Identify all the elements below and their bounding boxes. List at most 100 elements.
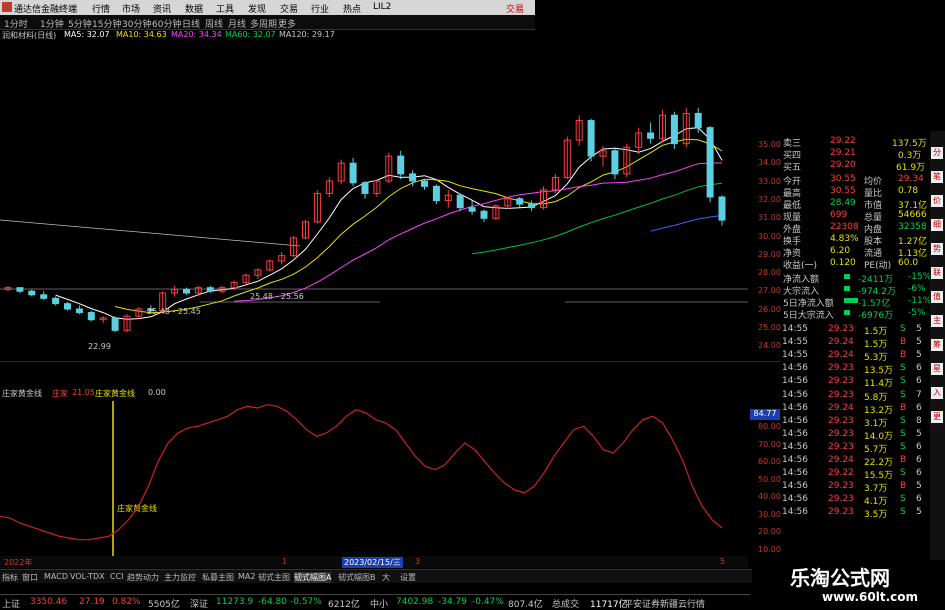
tick-count: 5 — [916, 507, 922, 518]
price-tick: 27.00 — [758, 286, 781, 296]
tab-ma2[interactable]: MA2 — [238, 572, 255, 581]
tick-row: 14:56 29.24 13.2万 B 6 — [780, 402, 922, 416]
price-tick: 25.00 — [758, 323, 781, 332]
candle-body — [718, 196, 726, 221]
tab-rs-sub-a[interactable]: 韧式幅图A — [294, 572, 332, 583]
ma120-label: MA120: 29.17 — [279, 30, 335, 39]
ma60-label: MA60: 32.07 — [225, 30, 276, 39]
tick-volume: 5.3万 — [864, 353, 888, 364]
quote-value: 30.55 — [830, 186, 856, 196]
indicator-scale: 80.00 70.00 60.00 50.00 40.00 30.00 20.00 10.00 — [750, 410, 781, 560]
side-tool-icon[interactable]: 价 — [931, 195, 943, 207]
side-tool-icon[interactable]: 筹 — [931, 339, 943, 351]
range-annotation-2: 25.48 - 25.56 — [250, 292, 304, 301]
menu-item-market[interactable]: 市场 — [122, 2, 140, 15]
tab-rs-main[interactable]: 韧式主图 — [258, 572, 290, 583]
tab-vol[interactable]: VOL-TDX — [70, 572, 105, 581]
side-tool-icon[interactable]: 联 — [931, 267, 943, 279]
side-tool-icon[interactable]: 细 — [931, 219, 943, 231]
tab-cci[interactable]: CCI — [110, 572, 124, 581]
tick-price: 29.24 — [828, 402, 854, 413]
index-sh-label[interactable]: 上证 — [2, 597, 20, 610]
tick-count: 6 — [916, 441, 922, 452]
side-tool-icon[interactable]: 值 — [931, 291, 943, 303]
window-title: 通达信金融终端 — [14, 5, 78, 15]
candle-body — [40, 294, 48, 299]
tab-settings[interactable]: 设置 — [400, 572, 416, 583]
tab-trend[interactable]: 趋势动力 — [127, 572, 159, 583]
indicator-sub: 庄家 — [52, 389, 68, 398]
index-sh-amount: 5505亿 — [148, 600, 180, 610]
trade-link[interactable]: 交易 — [506, 2, 524, 15]
date-tick: 3 — [415, 557, 421, 566]
tick-time: 14:56 — [782, 481, 808, 492]
tick-time: 14:56 — [782, 376, 808, 387]
tick-row: 14:56 29.23 5.8万 S 7 — [780, 389, 922, 403]
side-tool-icon[interactable]: 分 — [931, 147, 943, 159]
tab-window[interactable]: 窗口 — [22, 572, 38, 583]
indicator-val1: 21.05 — [72, 388, 95, 397]
order-price: 29.21 — [830, 148, 856, 158]
menu-item-hotspot[interactable]: 热点 — [343, 2, 361, 15]
tick-time: 14:56 — [782, 441, 808, 452]
candle-body — [706, 127, 714, 198]
side-tool-icon[interactable]: 星 — [931, 363, 943, 375]
tick-side: S — [900, 389, 906, 400]
tick-volume: 5.7万 — [864, 444, 888, 455]
menu-item-discover[interactable]: 发现 — [248, 2, 266, 15]
indicator-name[interactable]: 庄家黄金线 — [2, 388, 42, 399]
candle-body — [456, 194, 464, 209]
index-sz-value: 11273.9 — [216, 597, 254, 607]
menu-item-data[interactable]: 数据 — [185, 2, 203, 15]
tab-indicators[interactable]: 指标 — [2, 572, 18, 583]
index-zx-label[interactable]: 中小 — [370, 597, 388, 610]
menu-item-l2[interactable]: LIL2 — [373, 2, 391, 12]
index-sz-label[interactable]: 深证 — [190, 597, 208, 610]
tick-volume: 22.2万 — [864, 458, 894, 468]
flow-bar — [844, 286, 850, 291]
side-tool-icon[interactable]: 势 — [931, 243, 943, 255]
tick-row: 14:56 29.24 22.2万 B 6 — [780, 455, 922, 468]
tick-row: 14:55 29.23 1.5万 S 5 — [780, 324, 922, 337]
side-tool-icon[interactable]: 笔 — [931, 171, 943, 183]
kline-chart[interactable]: 22.99 25.43 - 25.45 25.48 - 25.56 — [0, 41, 748, 361]
tick-volume: 13.5万 — [864, 366, 894, 377]
tab-big[interactable]: 大 — [382, 572, 390, 583]
tick-side: S — [900, 415, 906, 426]
tick-price: 29.23 — [828, 376, 854, 387]
flow-value: -6976万 — [858, 311, 894, 321]
candle-body — [206, 287, 214, 292]
tick-volume: 14.0万 — [864, 431, 894, 442]
tick-time: 14:56 — [782, 507, 808, 518]
quote-row: 5日大宗流入 -6976万 -5% — [780, 308, 928, 321]
tab-macd[interactable]: MACD — [44, 572, 68, 581]
tick-time: 14:56 — [782, 468, 808, 479]
tick-row: 14:56 29.23 3.1万 S 8 — [780, 415, 922, 429]
tab-rs-sub-b[interactable]: 韧式幅图B — [338, 572, 376, 583]
ma20-label: MA20: 34.34 — [171, 30, 222, 39]
tab-main-monitor[interactable]: 主力监控 — [164, 572, 196, 583]
menu-item-quotes[interactable]: 行情 — [92, 2, 110, 15]
tick-price: 29.23 — [828, 389, 854, 400]
candle-body — [409, 173, 417, 182]
tick-side: S — [900, 363, 906, 374]
tick-count: 8 — [916, 415, 922, 426]
side-tool-icon[interactable]: 入 — [931, 387, 943, 399]
menu-item-industry[interactable]: 行业 — [311, 2, 329, 15]
menu-item-trade[interactable]: 交易 — [280, 2, 298, 15]
ma5-label: MA5: 32.07 — [64, 30, 110, 39]
side-tool-icon[interactable]: 主 — [931, 315, 943, 327]
menu-item-news[interactable]: 资讯 — [153, 2, 171, 15]
candle-body — [397, 155, 405, 175]
tick-volume: 1.5万 — [864, 327, 888, 337]
tick-count: 5 — [916, 481, 922, 492]
indicator-chart[interactable]: 庄家黄金线 — [0, 401, 748, 556]
tab-private-main[interactable]: 私募主图 — [202, 572, 234, 583]
candle-body — [694, 112, 702, 129]
index-sh-pct: 0.82% — [112, 597, 141, 607]
tick-count: 6 — [916, 494, 922, 505]
menu-item-tools[interactable]: 工具 — [216, 2, 234, 15]
quote-value: 30.55 — [830, 174, 856, 184]
side-tool-icon[interactable]: 更 — [931, 411, 943, 423]
tick-volume: 11.4万 — [864, 379, 894, 390]
